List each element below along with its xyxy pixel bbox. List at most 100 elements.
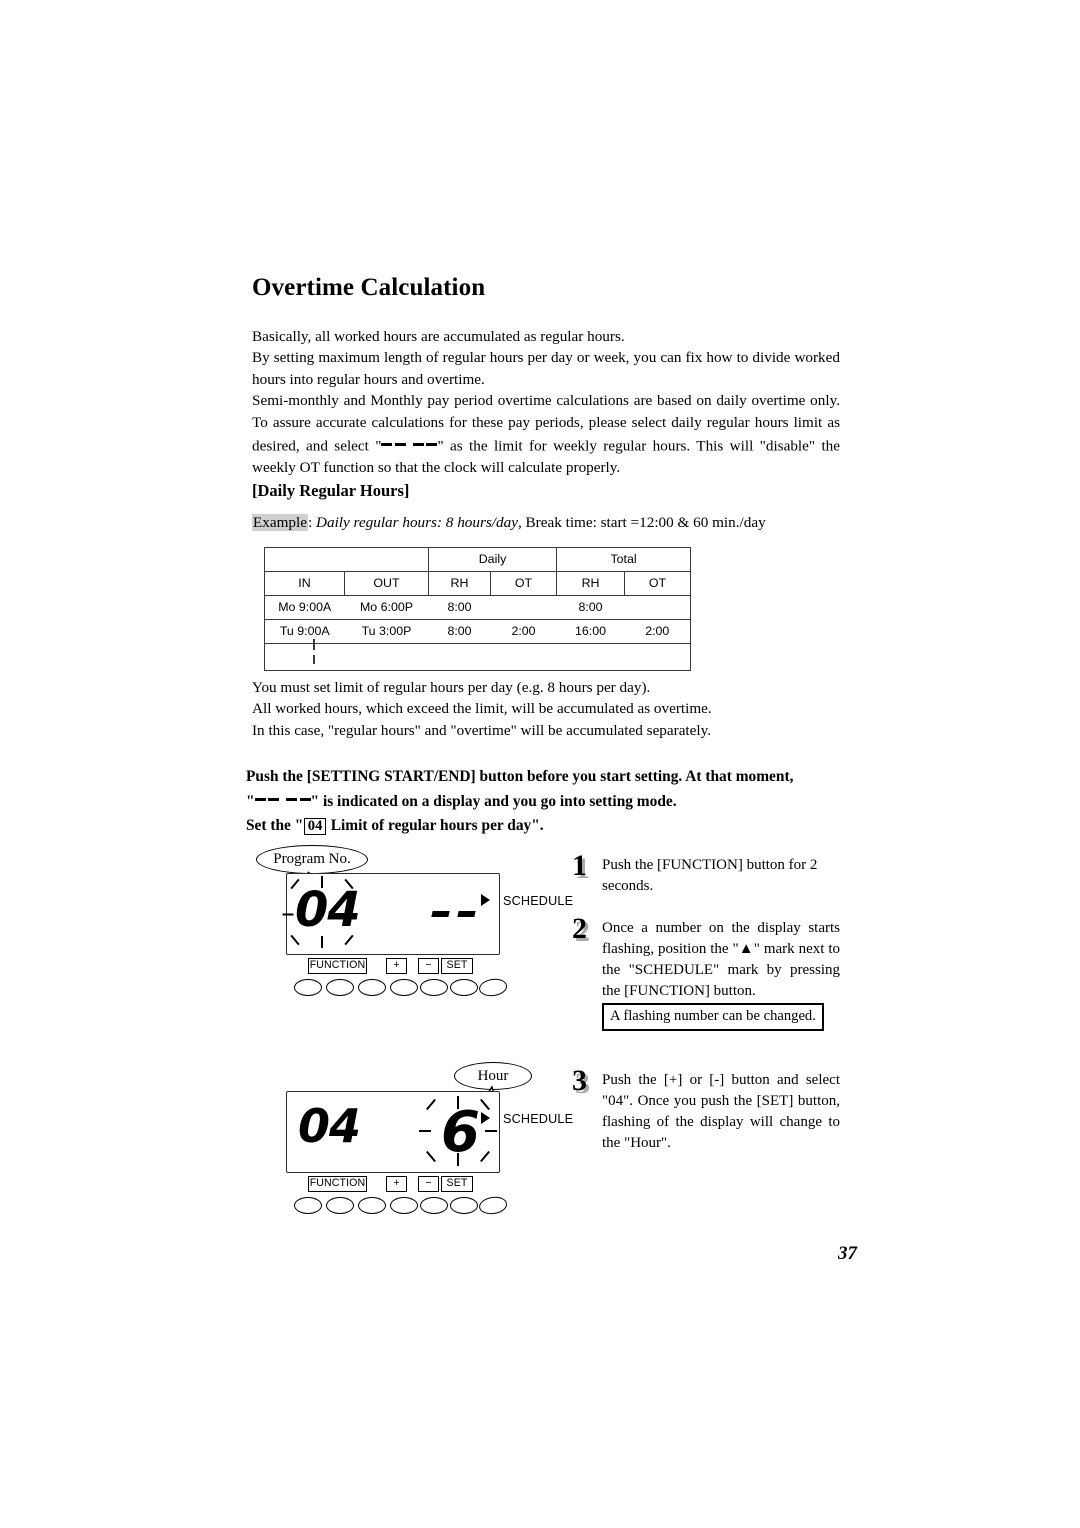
device-button-5[interactable] xyxy=(420,979,448,996)
example-colon: : xyxy=(307,514,317,531)
after-table-paragraphs: You must set limit of regular hours per … xyxy=(252,677,840,741)
daily-regular-hours-table: Daily Total IN OUT RH OT RH OT Mo 9:00A … xyxy=(264,547,692,671)
intro-line-2: By setting maximum length of regular hou… xyxy=(252,349,840,388)
step-text: Once a number on the display starts flas… xyxy=(602,920,840,999)
step-3: 3 Push the [+] or [-] button and select … xyxy=(572,1066,840,1154)
cell-in xyxy=(264,643,345,671)
device-button-1[interactable] xyxy=(294,1197,322,1214)
plus-button-label-1[interactable]: + xyxy=(386,958,407,974)
device-button-7[interactable] xyxy=(477,1194,509,1217)
step-number: 2 xyxy=(572,912,587,945)
schedule-label-1: SCHEDULE xyxy=(503,894,574,908)
table-row: Tu 9:00A Tu 3:00P 8:00 2:00 16:00 2:00 xyxy=(264,619,692,644)
device-button-3[interactable] xyxy=(358,1197,386,1214)
group-header-total: Total xyxy=(556,547,692,572)
page-number: 37 xyxy=(838,1243,857,1264)
device-button-2[interactable] xyxy=(326,1197,354,1214)
example-italic-part: Daily regular hours: 8 hours/day xyxy=(316,514,518,531)
section-heading: [Daily Regular Hours] xyxy=(252,481,410,500)
column-header-out: OUT xyxy=(344,571,429,596)
after-table-line-2: All worked hours, which exceed the limit… xyxy=(252,700,712,718)
function-button-label-1[interactable]: FUNCTION xyxy=(308,958,367,974)
cell-total-ot xyxy=(624,643,692,671)
device-button-6[interactable] xyxy=(450,1197,478,1214)
device-button-6[interactable] xyxy=(450,979,478,996)
cell-total-rh: 16:00 xyxy=(556,619,625,644)
after-table-line-1: You must set limit of regular hours per … xyxy=(252,679,651,696)
device-button-2[interactable] xyxy=(326,979,354,996)
cell-daily-ot xyxy=(490,643,557,671)
program-number-box: 04 xyxy=(304,817,326,835)
set-button-label-1[interactable]: SET xyxy=(441,958,473,974)
bold-quote-open: " xyxy=(246,792,255,810)
column-header-total-ot: OT xyxy=(624,571,692,596)
column-header-total-rh: RH xyxy=(556,571,626,596)
example-line: Example: Daily regular hours: 8 hours/da… xyxy=(252,514,766,532)
step-text: Push the [FUNCTION] button for 2 seconds… xyxy=(602,857,818,894)
lcd-dash-glyph xyxy=(381,433,438,454)
bold-instruction-line-2: " " is indicated on a display and you go … xyxy=(246,788,842,813)
minus-button-label-1[interactable]: − xyxy=(418,958,439,974)
bold-instruction-block: Push the [SETTING START/END] button befo… xyxy=(246,766,842,813)
cell-out: Tu 3:00P xyxy=(344,619,429,644)
cell-out: Mo 6:00P xyxy=(344,595,429,620)
device-button-3[interactable] xyxy=(358,979,386,996)
schedule-triangle-marker-1 xyxy=(481,894,490,906)
example-rest-part: , Break time: start =12:00 & 60 min./day xyxy=(517,514,766,531)
set-program-instruction: Set the " 04 Limit of regular hours per d… xyxy=(246,815,842,837)
set-button-label-2[interactable]: SET xyxy=(441,1176,473,1192)
device-button-1[interactable] xyxy=(294,979,322,996)
cell-total-ot xyxy=(624,595,692,620)
device-button-4[interactable] xyxy=(390,1197,418,1214)
bold-instruction-line-2-rest: " is indicated on a display and you go i… xyxy=(310,792,677,810)
cell-daily-ot xyxy=(490,595,557,620)
page-title: Overtime Calculation xyxy=(252,274,486,301)
note-flashing-number: A flashing number can be changed. xyxy=(602,1003,824,1031)
lcd-dash-glyph xyxy=(254,788,311,810)
table-row: Mo 9:00A Mo 6:00P 8:00 8:00 xyxy=(264,595,692,620)
function-button-label-2[interactable]: FUNCTION xyxy=(308,1176,367,1192)
table-column-header-row: IN OUT RH OT RH OT xyxy=(264,571,692,596)
step-text: Push the [+] or [-] button and select "0… xyxy=(602,1072,840,1151)
cell-daily-ot: 2:00 xyxy=(490,619,557,644)
intro-line-3: Semi-monthly and Monthly pay period over… xyxy=(252,390,840,478)
step-number: 3 xyxy=(572,1064,587,1097)
cell-daily-rh: 8:00 xyxy=(428,595,491,620)
cell-total-rh: 8:00 xyxy=(556,595,625,620)
table-continuation-tick-lower xyxy=(313,650,315,664)
column-header-daily-rh: RH xyxy=(428,571,491,596)
cell-out xyxy=(344,643,429,671)
cell-daily-rh xyxy=(428,643,491,671)
cell-daily-rh: 8:00 xyxy=(428,619,491,644)
step-1: 1 Push the [FUNCTION] button for 2 secon… xyxy=(572,851,840,897)
lcd-program-number-2: 04 xyxy=(298,1099,361,1153)
step-2: 2 Once a number on the display starts fl… xyxy=(572,914,840,1002)
cell-in: Tu 9:00A xyxy=(264,619,345,644)
column-header-in: IN xyxy=(264,571,345,596)
device-button-5[interactable] xyxy=(420,1197,448,1214)
minus-button-label-2[interactable]: − xyxy=(418,1176,439,1192)
intro-line-1: Basically, all worked hours are accumula… xyxy=(252,328,625,345)
set-instruction-before: Set the " xyxy=(246,817,304,834)
column-header-daily-ot: OT xyxy=(489,571,558,596)
lcd-program-number-1: 04 xyxy=(295,882,361,938)
example-label: Example xyxy=(252,514,308,531)
cell-total-rh xyxy=(556,643,625,671)
set-instruction-after: Limit of regular hours per day". xyxy=(330,817,544,834)
cell-in: Mo 9:00A xyxy=(264,595,345,620)
group-header-daily: Daily xyxy=(427,547,558,572)
table-group-header-row: Daily Total xyxy=(264,547,692,572)
device-button-4[interactable] xyxy=(390,979,418,996)
step-number: 1 xyxy=(572,849,587,882)
schedule-triangle-marker-2 xyxy=(481,1112,490,1124)
device-button-7[interactable] xyxy=(477,976,509,999)
plus-button-label-2[interactable]: + xyxy=(386,1176,407,1192)
group-header-blank xyxy=(264,547,429,572)
document-page: Overtime Calculation Basically, all work… xyxy=(0,0,1080,1528)
cell-total-ot: 2:00 xyxy=(624,619,692,644)
schedule-label-2: SCHEDULE xyxy=(503,1112,574,1126)
lcd-hour-dashes xyxy=(431,905,476,923)
intro-paragraphs: Basically, all worked hours are accumula… xyxy=(252,326,840,479)
table-row-continuation xyxy=(264,643,692,671)
bold-instruction-line-1: Push the [SETTING START/END] button befo… xyxy=(246,768,794,785)
